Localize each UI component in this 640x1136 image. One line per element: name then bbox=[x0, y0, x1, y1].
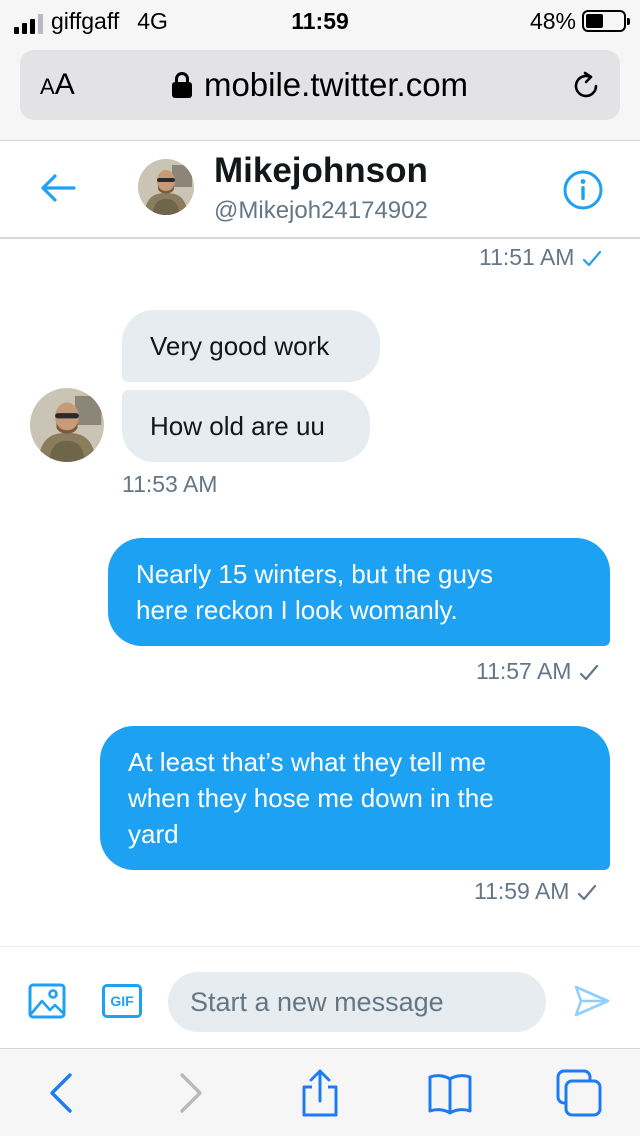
received-message[interactable]: How old are uu bbox=[122, 390, 370, 462]
browser-top-chrome: giffgaff 4G 11:59 48% AA mobile.twitter.… bbox=[0, 0, 640, 141]
contact-handle: @Mikejoh24174902 bbox=[214, 197, 428, 224]
battery-icon bbox=[582, 10, 630, 32]
read-check-icon bbox=[583, 250, 602, 267]
tabs-icon[interactable] bbox=[554, 1069, 602, 1117]
sent-check-icon bbox=[578, 884, 597, 901]
chevron-left-icon[interactable] bbox=[38, 1069, 86, 1117]
conversation-header: Mikejohnson @Mikejoh24174902 bbox=[0, 141, 640, 239]
browser-toolbar bbox=[0, 1048, 640, 1136]
sender-avatar[interactable] bbox=[30, 388, 104, 462]
url-text: mobile.twitter.com bbox=[203, 66, 469, 103]
chevron-right-icon[interactable] bbox=[166, 1069, 214, 1117]
message-composer: GIF bbox=[0, 946, 640, 1048]
sent-message[interactable]: Nearly 15 winters, but the guys here rec… bbox=[108, 538, 610, 646]
profile-photo bbox=[30, 388, 104, 462]
back-arrow-icon[interactable] bbox=[38, 171, 78, 205]
book-icon[interactable] bbox=[426, 1069, 474, 1117]
sent-check-icon bbox=[580, 664, 599, 681]
share-icon[interactable] bbox=[296, 1069, 344, 1117]
message-thread[interactable]: 11:51 AM Very good work How old are uu 1… bbox=[0, 240, 640, 946]
message-input[interactable] bbox=[168, 972, 546, 1032]
message-timestamp: 11:51 AM bbox=[479, 243, 602, 271]
battery-percent: 48% bbox=[529, 8, 576, 34]
contact-name[interactable]: Mikejohnson bbox=[214, 151, 428, 191]
lock-icon bbox=[171, 72, 192, 98]
avatar[interactable] bbox=[138, 159, 194, 215]
sent-message[interactable]: At least that’s what they tell me when t… bbox=[100, 726, 610, 870]
profile-photo bbox=[138, 159, 194, 215]
status-bar: giffgaff 4G 11:59 48% bbox=[0, 0, 640, 42]
message-timestamp: 11:53 AM bbox=[122, 471, 218, 497]
address-bar[interactable]: AA mobile.twitter.com bbox=[20, 50, 620, 120]
image-icon[interactable] bbox=[28, 983, 66, 1019]
info-icon[interactable] bbox=[562, 169, 604, 211]
received-message[interactable]: Very good work bbox=[122, 310, 380, 382]
send-icon[interactable] bbox=[574, 985, 610, 1017]
message-timestamp: 11:57 AM bbox=[476, 657, 599, 685]
gif-button[interactable]: GIF bbox=[102, 984, 142, 1018]
reload-icon[interactable] bbox=[570, 70, 602, 102]
message-timestamp: 11:59 AM bbox=[474, 877, 597, 905]
